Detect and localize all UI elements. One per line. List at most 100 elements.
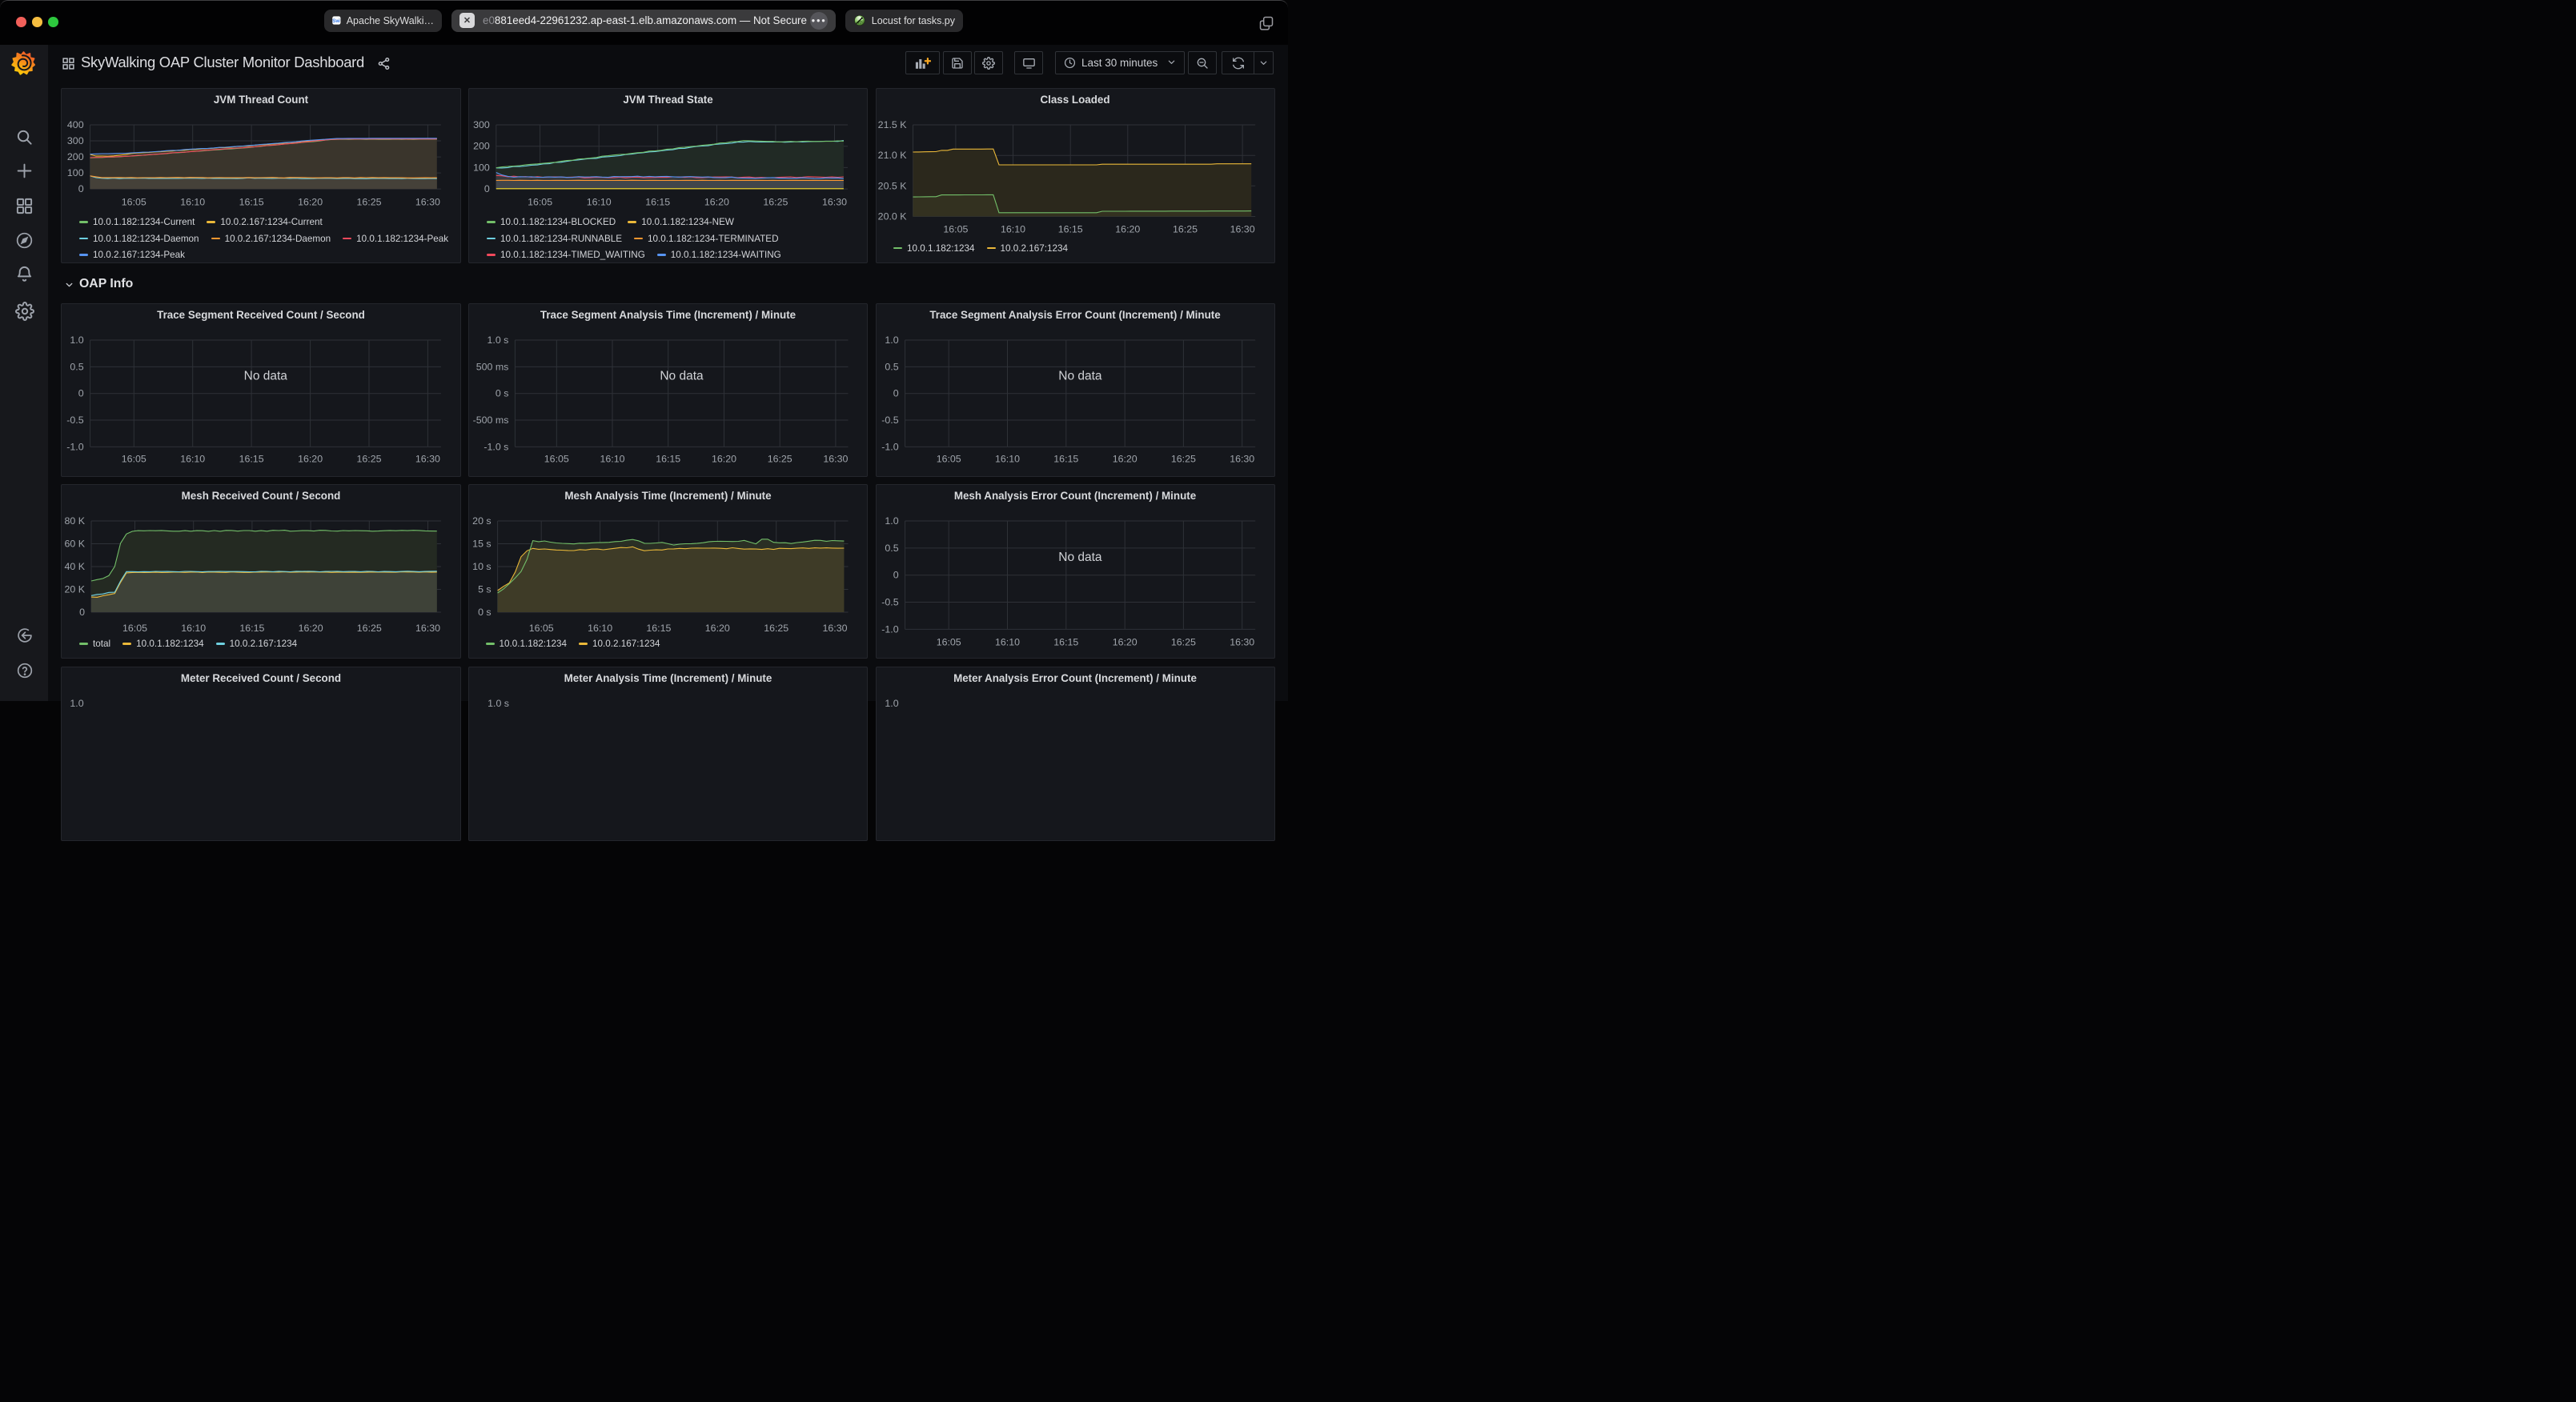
svg-text:21.5 K: 21.5 K [877,119,907,130]
svg-text:200: 200 [67,151,84,162]
svg-text:16:05: 16:05 [528,197,552,208]
svg-text:1.0: 1.0 [885,334,898,346]
svg-text:16:05: 16:05 [936,454,961,465]
svg-text:10 s: 10 s [472,561,491,572]
svg-text:16:20: 16:20 [712,454,736,465]
svg-text:-500 ms: -500 ms [473,415,509,426]
svg-text:16:10: 16:10 [994,636,1019,647]
svg-text:16:15: 16:15 [645,197,670,208]
svg-text:16:10: 16:10 [994,454,1019,465]
svg-text:0.5: 0.5 [70,361,83,372]
svg-text:16:30: 16:30 [415,197,440,208]
svg-text:-1.0 s: -1.0 s [484,441,508,452]
svg-text:16:25: 16:25 [357,623,382,634]
svg-text:5 s: 5 s [478,583,492,595]
svg-text:16:20: 16:20 [1112,454,1137,465]
svg-text:0: 0 [78,388,84,399]
svg-text:16:10: 16:10 [1000,224,1025,235]
svg-text:500 ms: 500 ms [476,361,509,372]
svg-text:16:20: 16:20 [1112,636,1137,647]
svg-text:16:30: 16:30 [823,454,848,465]
svg-text:16:30: 16:30 [1230,636,1254,647]
svg-text:16:20: 16:20 [298,454,323,465]
svg-text:16:10: 16:10 [600,454,624,465]
svg-text:20 s: 20 s [472,515,491,527]
svg-text:16:15: 16:15 [1057,224,1082,235]
svg-text:16:30: 16:30 [1230,224,1254,235]
svg-text:16:25: 16:25 [763,197,788,208]
svg-text:200: 200 [473,141,490,152]
svg-text:40 K: 40 K [65,561,86,572]
svg-text:16:30: 16:30 [415,623,440,634]
svg-text:20.0 K: 20.0 K [877,211,907,222]
svg-text:16:10: 16:10 [181,623,206,634]
svg-text:-1.0: -1.0 [66,441,83,452]
svg-text:16:20: 16:20 [298,197,323,208]
svg-text:-0.5: -0.5 [881,415,898,426]
svg-text:15 s: 15 s [472,538,491,549]
svg-text:16:05: 16:05 [122,454,146,465]
svg-text:16:15: 16:15 [646,623,671,634]
svg-text:16:25: 16:25 [1170,636,1195,647]
svg-text:16:30: 16:30 [822,623,847,634]
svg-text:No data: No data [1058,369,1102,383]
svg-text:80 K: 80 K [65,515,86,527]
svg-text:1.0: 1.0 [885,515,898,527]
svg-text:No data: No data [1058,550,1102,563]
svg-text:16:10: 16:10 [588,623,612,634]
svg-text:No data: No data [660,369,704,383]
svg-text:21.0 K: 21.0 K [877,150,907,161]
svg-text:1.0: 1.0 [885,698,898,709]
svg-text:1.0 s: 1.0 s [488,334,509,346]
svg-text:Sw: Sw [332,18,340,24]
svg-text:0.5: 0.5 [885,361,898,372]
svg-text:16:25: 16:25 [356,454,381,465]
svg-text:0: 0 [78,183,84,194]
svg-text:16:30: 16:30 [1230,454,1254,465]
svg-text:16:25: 16:25 [764,623,788,634]
svg-text:16:05: 16:05 [122,197,146,208]
svg-text:16:25: 16:25 [356,197,381,208]
svg-text:0 s: 0 s [478,607,492,618]
svg-text:20.5 K: 20.5 K [877,180,907,191]
svg-text:0: 0 [79,607,85,618]
svg-text:16:05: 16:05 [122,623,147,634]
svg-text:0: 0 [893,569,898,580]
svg-text:16:20: 16:20 [299,623,323,634]
svg-text:16:15: 16:15 [1053,454,1078,465]
svg-text:16:15: 16:15 [239,197,264,208]
svg-text:20 K: 20 K [65,583,86,595]
svg-text:16:25: 16:25 [1172,224,1197,235]
svg-text:0: 0 [484,183,490,194]
svg-text:-1.0: -1.0 [881,441,898,452]
svg-text:16:15: 16:15 [1053,636,1078,647]
svg-text:16:20: 16:20 [704,197,729,208]
svg-text:16:20: 16:20 [1115,224,1140,235]
svg-text:16:25: 16:25 [768,454,792,465]
svg-text:0 s: 0 s [496,388,509,399]
svg-text:60 K: 60 K [65,538,86,549]
svg-text:16:15: 16:15 [239,454,264,465]
svg-text:0: 0 [893,388,898,399]
svg-text:16:05: 16:05 [936,636,961,647]
svg-text:-0.5: -0.5 [881,596,898,607]
svg-text:16:30: 16:30 [822,197,847,208]
svg-text:16:10: 16:10 [180,197,205,208]
svg-text:16:10: 16:10 [587,197,612,208]
svg-text:100: 100 [67,167,84,178]
svg-text:16:30: 16:30 [415,454,440,465]
svg-text:300: 300 [473,119,490,130]
svg-text:16:05: 16:05 [943,224,968,235]
svg-text:1.0: 1.0 [70,698,83,709]
svg-text:No data: No data [244,369,288,383]
svg-text:16:20: 16:20 [705,623,730,634]
svg-text:400: 400 [67,119,84,130]
svg-text:0.5: 0.5 [885,542,898,553]
svg-text:300: 300 [67,135,84,146]
svg-text:100: 100 [473,162,490,173]
svg-text:1.0: 1.0 [70,334,83,346]
svg-text:16:15: 16:15 [656,454,680,465]
svg-text:16:25: 16:25 [1170,454,1195,465]
svg-text:16:05: 16:05 [544,454,569,465]
svg-text:16:05: 16:05 [529,623,554,634]
